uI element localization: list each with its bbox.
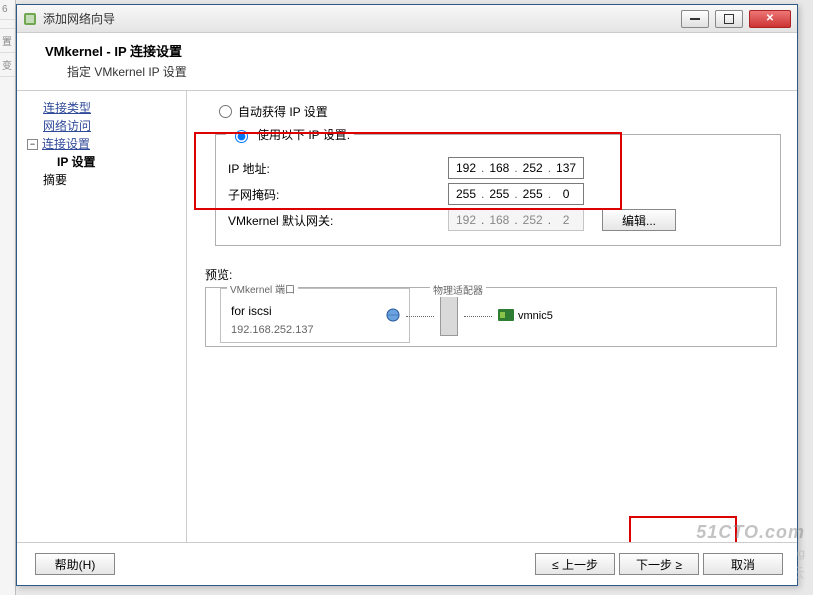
nav-ip-settings-current: IP 设置	[57, 153, 186, 171]
minimize-button[interactable]	[681, 10, 709, 28]
physical-adapter-title: 物理适配器	[430, 282, 486, 297]
nic-icon	[498, 309, 514, 324]
page-subtitle: 指定 VMkernel IP 设置	[67, 63, 781, 80]
vmkernel-port-group: VMkernel 端口 for iscsi 192.168.252.137	[220, 288, 410, 343]
radio-manual-ip-label[interactable]: 使用以下 IP 设置:	[257, 126, 350, 143]
subnet-mask-input[interactable]: 255. 255. 255. 0	[448, 183, 584, 205]
nav-network-access[interactable]: 网络访问	[43, 117, 186, 135]
ip-address-input[interactable]: 192. 168. 252. 137	[448, 157, 584, 179]
radio-auto-ip-label[interactable]: 自动获得 IP 设置	[238, 103, 328, 120]
preview-panel: VMkernel 端口 for iscsi 192.168.252.137 vm…	[205, 287, 777, 347]
radio-manual-ip[interactable]	[235, 130, 248, 143]
tree-collapse-icon[interactable]: −	[27, 139, 38, 150]
back-button[interactable]: ≤ 上一步	[535, 553, 615, 575]
wizard-content: 自动获得 IP 设置 使用以下 IP 设置: IP 地址: 192. 168. …	[187, 91, 797, 542]
wizard-footer: 帮助(H) ≤ 上一步 下一步 ≥ 取消	[17, 542, 797, 585]
port-ip: 192.168.252.137	[221, 323, 409, 342]
manual-ip-fieldset: 使用以下 IP 设置: IP 地址: 192. 168. 252. 137 子网…	[215, 126, 781, 246]
help-button[interactable]: 帮助(H)	[35, 553, 115, 575]
vmkernel-group-title: VMkernel 端口	[227, 281, 298, 296]
vmnic-label: vmnic5	[518, 310, 553, 322]
background-left-strip: 6置变	[0, 0, 16, 595]
port-name: for iscsi	[221, 304, 409, 323]
gateway-label: VMkernel 默认网关:	[228, 212, 448, 229]
cancel-button[interactable]: 取消	[703, 553, 783, 575]
nav-connection-type[interactable]: 连接类型	[43, 99, 186, 117]
titlebar: 添加网络向导	[17, 5, 797, 33]
close-button[interactable]	[749, 10, 791, 28]
edit-gateway-button[interactable]: 编辑...	[602, 209, 676, 231]
nav-summary: 摘要	[43, 171, 186, 189]
vswitch-icon	[440, 296, 458, 336]
topology-diagram: vmnic5	[386, 296, 553, 336]
gateway-input: 192. 168. 252. 2	[448, 209, 584, 231]
wizard-steps-nav: 连接类型 网络访问 − 连接设置 IP 设置 摘要	[17, 91, 187, 542]
wizard-dialog: 添加网络向导 VMkernel - IP 连接设置 指定 VMkernel IP…	[16, 4, 798, 586]
window-title: 添加网络向导	[43, 10, 675, 27]
radio-auto-ip[interactable]	[219, 105, 232, 118]
maximize-button[interactable]	[715, 10, 743, 28]
globe-icon	[386, 308, 400, 325]
wizard-header: VMkernel - IP 连接设置 指定 VMkernel IP 设置	[17, 33, 797, 91]
subnet-mask-label: 子网掩码:	[228, 186, 448, 203]
vsphere-icon	[23, 12, 37, 26]
page-title: VMkernel - IP 连接设置	[45, 41, 781, 60]
nav-connection-settings[interactable]: 连接设置	[42, 135, 90, 153]
next-button[interactable]: 下一步 ≥	[619, 553, 699, 575]
ip-address-label: IP 地址:	[228, 160, 448, 177]
